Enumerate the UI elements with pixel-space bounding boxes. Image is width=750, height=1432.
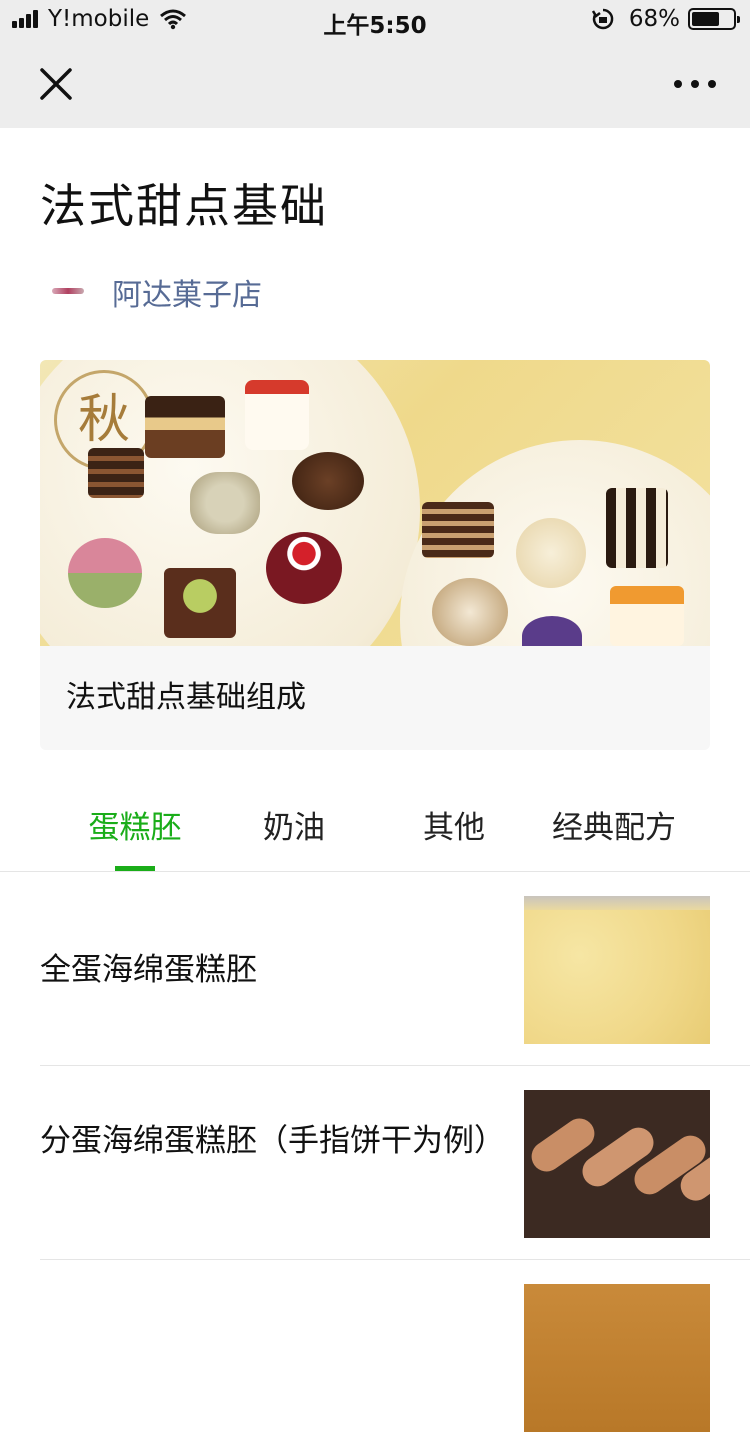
battery-fill xyxy=(692,12,720,26)
cake-cherry-dome xyxy=(266,532,342,604)
thumbnail-cake xyxy=(524,1284,710,1432)
page-title: 法式甜点基础 xyxy=(40,179,328,233)
list-item-title: 全蛋海绵蛋糕胚 xyxy=(40,952,257,988)
autumn-badge-text: 秋 xyxy=(77,390,130,450)
cake-opera-slice xyxy=(422,502,494,558)
cake-meringue xyxy=(432,578,508,646)
tab-other[interactable]: 其他 xyxy=(374,802,534,847)
card-caption: 法式甜点基础组成 xyxy=(66,680,306,715)
category-tabs: 蛋糕胚 奶油 其他 经典配方 xyxy=(0,790,750,872)
battery-icon xyxy=(688,8,740,30)
battery-percent: 68% xyxy=(628,6,680,32)
tab-label: 经典配方 xyxy=(552,810,676,846)
thumbnail-sponge-cake xyxy=(524,896,710,1044)
list-item[interactable]: 分蛋海绵蛋糕胚（手指饼干为例） xyxy=(40,1066,750,1260)
list-item[interactable]: 全蛋海绵蛋糕胚 xyxy=(40,872,750,1066)
cake-checker xyxy=(606,488,668,568)
cake-mont-blanc xyxy=(190,472,260,534)
cake-fruit-slice xyxy=(610,586,684,646)
tab-label: 蛋糕胚 xyxy=(88,810,182,846)
more-dot xyxy=(674,80,682,88)
tab-classic-recipes[interactable]: 经典配方 xyxy=(534,802,694,847)
more-button[interactable] xyxy=(670,66,720,102)
thumb-top-edge xyxy=(524,896,710,910)
cake-matcha-square xyxy=(164,568,236,638)
tab-label: 其他 xyxy=(423,810,485,846)
author-name[interactable]: 阿达菓子店 xyxy=(112,270,262,314)
list-item[interactable] xyxy=(40,1260,750,1432)
status-bar: Y!mobile 上午5:50 68% xyxy=(0,0,750,40)
tab-label: 奶油 xyxy=(263,810,325,846)
cake-cream-round xyxy=(516,518,586,588)
author-row[interactable]: 阿达菓子店 xyxy=(46,270,262,314)
tab-cream[interactable]: 奶油 xyxy=(214,802,374,847)
more-dot xyxy=(691,80,699,88)
status-right: 68% xyxy=(591,6,740,32)
author-avatar[interactable] xyxy=(46,270,90,314)
close-button[interactable] xyxy=(36,64,76,104)
more-dot xyxy=(708,80,716,88)
thumbnail-ladyfingers xyxy=(524,1090,710,1238)
cake-chocolate-slice xyxy=(145,396,225,458)
cake-mousse-pink xyxy=(68,538,142,608)
nav-bar xyxy=(0,40,750,128)
cake-layered-chocolate xyxy=(88,448,144,498)
cake-strawberry-short xyxy=(245,380,309,450)
tab-sponge-cake[interactable]: 蛋糕胚 xyxy=(55,802,215,847)
list-item-title: 分蛋海绵蛋糕胚（手指饼干为例） xyxy=(40,1123,505,1159)
card-image: 秋 xyxy=(40,360,710,646)
rotation-lock-icon xyxy=(591,8,614,30)
cake-chestnut xyxy=(292,452,364,510)
close-icon xyxy=(40,68,72,100)
active-tab-indicator xyxy=(115,866,155,871)
feature-card[interactable]: 秋 法式甜点基础组成 xyxy=(40,360,710,750)
